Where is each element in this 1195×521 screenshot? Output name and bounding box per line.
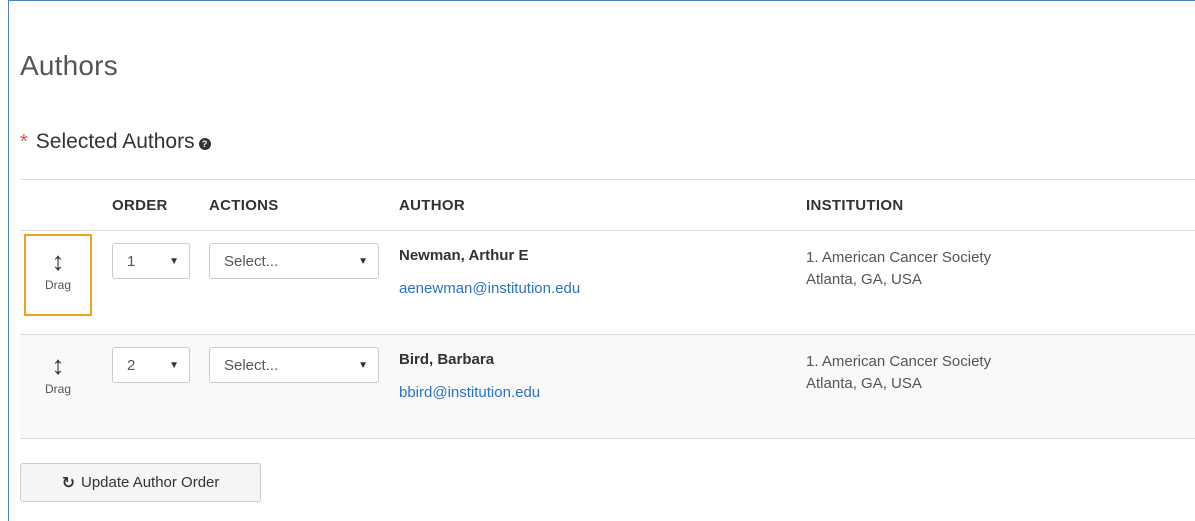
section-title: * Selected Authors ? [20,130,211,154]
table-row: ↕ Drag 1 ▼ Select... ▼ Newman, Arthur E … [20,230,1195,335]
actions-placeholder: Select... [224,356,279,374]
vertical-arrows-icon: ↕ [51,246,65,276]
update-author-order-button[interactable]: ↻ Update Author Order [20,463,261,502]
caret-down-icon: ▼ [358,359,368,371]
drag-handle[interactable]: ↕ Drag [24,234,92,316]
author-name: Newman, Arthur E [399,247,529,264]
table-row: ↕ Drag 2 ▼ Select... ▼ Bird, Barbara bbi… [20,334,1195,439]
institution-name: 1. American Cancer Society [806,249,992,266]
header-drag [20,179,112,231]
actions-placeholder: Select... [224,252,279,270]
vertical-arrows-icon: ↕ [51,350,65,380]
institution-location: Atlanta, GA, USA [806,271,922,288]
section-title-text: Selected Authors [35,130,195,153]
actions-select[interactable]: Select... ▼ [209,347,379,383]
header-order: ORDER [112,179,209,231]
drag-label: Drag [44,278,71,292]
header-author: AUTHOR [399,179,806,231]
author-email-link[interactable]: aenewman@institution.edu [399,280,806,297]
page-title: Authors [20,50,118,81]
institution-location: Atlanta, GA, USA [806,375,922,392]
header-actions: ACTIONS [209,179,399,231]
caret-down-icon: ▼ [358,255,368,267]
required-marker: * [20,130,28,153]
actions-select[interactable]: Select... ▼ [209,243,379,279]
order-select[interactable]: 1 ▼ [112,243,190,279]
header-institution: INSTITUTION [806,179,1195,231]
order-value: 2 [127,356,136,374]
update-author-order-label: Update Author Order [80,474,220,491]
drag-label: Drag [44,382,71,396]
caret-down-icon: ▼ [169,359,179,371]
caret-down-icon: ▼ [169,255,179,267]
institution-name: 1. American Cancer Society [806,353,992,370]
order-select[interactable]: 2 ▼ [112,347,190,383]
help-icon[interactable]: ? [198,138,211,150]
refresh-icon: ↻ [61,474,75,492]
author-name: Bird, Barbara [399,351,495,368]
author-email-link[interactable]: bbird@institution.edu [399,384,806,401]
table-header-row: ORDER ACTIONS AUTHOR INSTITUTION [20,179,1195,231]
drag-handle[interactable]: ↕ Drag [24,338,92,420]
selected-authors-table: ORDER ACTIONS AUTHOR INSTITUTION ↕ Drag … [20,179,1195,439]
order-value: 1 [127,252,136,270]
